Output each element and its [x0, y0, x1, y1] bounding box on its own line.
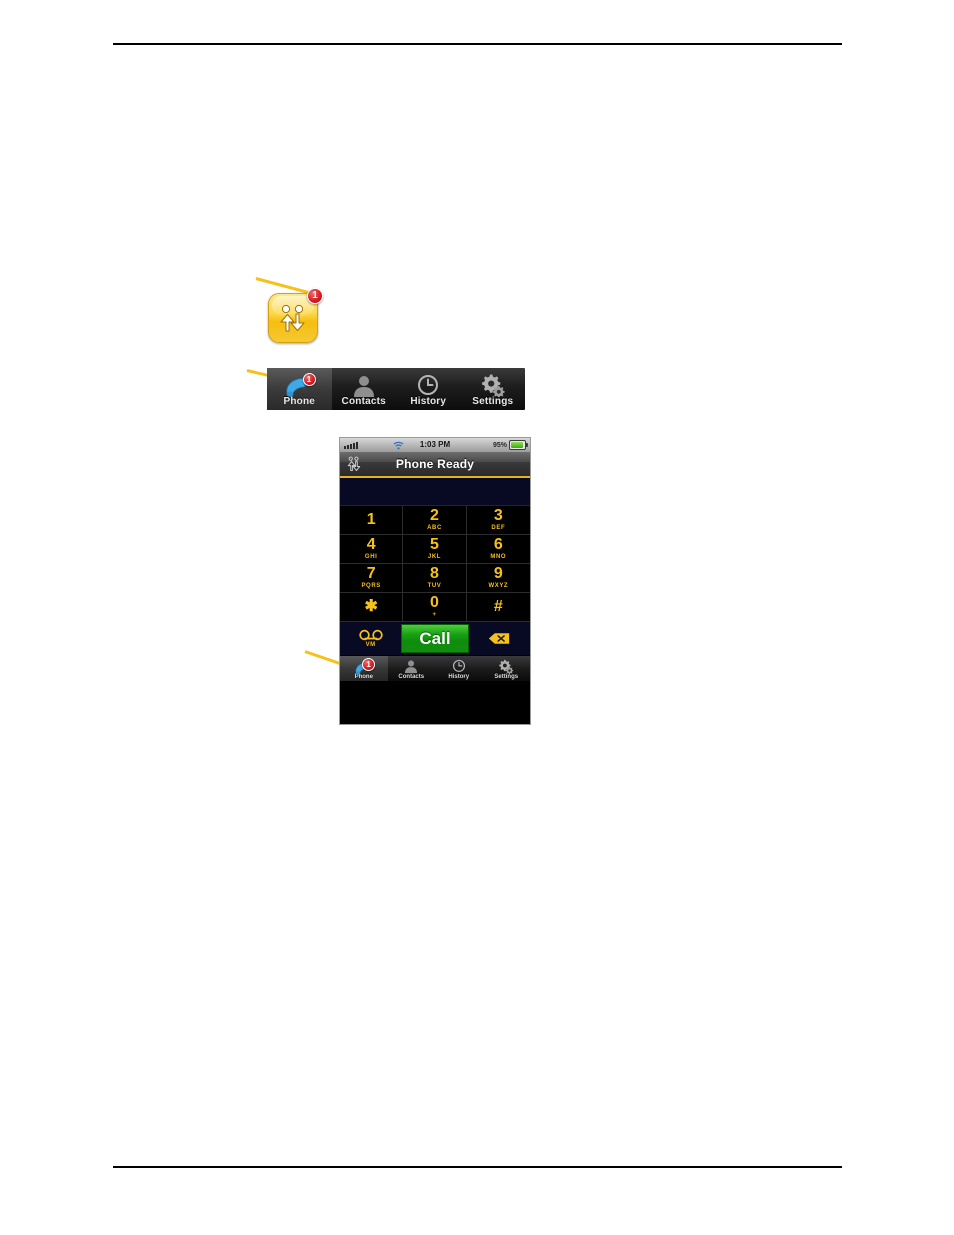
person-icon [388, 659, 436, 674]
gear-icon [483, 659, 531, 675]
voicemail-label: VM [365, 642, 376, 648]
key-1[interactable]: 1 [340, 506, 404, 535]
key-7[interactable]: 7 PQRS [340, 564, 404, 593]
tab-history[interactable]: History [396, 368, 461, 410]
phone-tab-bar[interactable]: 1 Phone Contacts History Settings [340, 655, 530, 681]
key-2[interactable]: 2 ABC [403, 506, 467, 535]
keypad-action-row[interactable]: VM Call [340, 622, 530, 655]
availability-icon-large[interactable]: 1 [268, 288, 323, 343]
key-8-digit: 8 [430, 565, 439, 582]
phone-tab-settings[interactable]: Settings [483, 656, 531, 681]
key-8-letters: TUV [427, 583, 442, 589]
page-footer-rule [113, 1166, 842, 1168]
availability-people-arrows-glyph-small [347, 456, 361, 471]
key-6[interactable]: 6 MNO [466, 535, 530, 564]
availability-icon-button[interactable] [344, 455, 364, 473]
phone-screenshot: 1:03 PM 95% Phone Ready 1 2 ABC 3 DEF 4 … [339, 437, 531, 725]
dial-keypad[interactable]: 1 2 ABC 3 DEF 4 GHI 5 JKL 6 MNO 7 PQRS 8 [340, 506, 530, 622]
tab-settings[interactable]: Settings [461, 368, 526, 410]
key-0[interactable]: 0 + [403, 593, 467, 622]
phone-tab-badge-count: 1 [302, 373, 316, 386]
key-7-letters: PQRS [361, 583, 381, 589]
key-6-letters: MNO [490, 554, 507, 560]
clock-icon [396, 372, 461, 396]
person-icon [332, 372, 397, 397]
gear-icon [461, 372, 526, 397]
key-star-digit: ✱ [364, 598, 378, 615]
key-6-digit: 6 [493, 536, 503, 553]
key-9-digit: 9 [493, 565, 503, 582]
key-4[interactable]: 4 GHI [340, 535, 404, 564]
phone-tab-history[interactable]: History [435, 656, 483, 681]
key-3[interactable]: 3 DEF [466, 506, 530, 535]
battery-indicator: 95% [492, 440, 528, 450]
phone-nav-bar: Phone Ready [340, 452, 530, 478]
key-0-digit: 0 [430, 594, 439, 611]
handset-icon: 1 [340, 658, 388, 675]
handset-icon: 1 [267, 372, 332, 397]
dialed-number-display[interactable] [340, 478, 530, 506]
key-7-digit: 7 [366, 565, 376, 582]
voicemail-button[interactable]: VM [340, 622, 401, 655]
key-star[interactable]: ✱ [340, 593, 404, 622]
key-1-digit: 1 [366, 511, 376, 528]
voicemail-icon [358, 629, 383, 641]
page-header-rule [113, 43, 842, 45]
key-5-letters: JKL [427, 554, 442, 560]
app-tab-bar[interactable]: 1 Phone Contacts History Settings [267, 368, 525, 410]
key-5[interactable]: 5 JKL [403, 535, 467, 564]
key-4-letters: GHI [364, 554, 378, 560]
call-button[interactable]: Call [401, 624, 469, 653]
battery-fill [511, 442, 523, 448]
key-8[interactable]: 8 TUV [403, 564, 467, 593]
availability-badge-count: 1 [307, 288, 323, 304]
key-pound[interactable]: # [466, 593, 530, 622]
key-pound-digit: # [493, 598, 503, 615]
battery-percent-label: 95% [492, 441, 507, 449]
clock-icon [435, 659, 483, 674]
key-2-digit: 2 [430, 507, 439, 524]
status-bar: 1:03 PM 95% [340, 438, 530, 452]
key-9-letters: WXYZ [488, 583, 509, 589]
phone-tab-contacts-label: Contacts [398, 674, 425, 680]
tab-settings-label: Settings [472, 396, 514, 407]
key-9[interactable]: 9 WXYZ [466, 564, 530, 593]
key-3-digit: 3 [493, 507, 503, 524]
tab-phone-label: Phone [283, 396, 316, 407]
key-2-letters: ABC [427, 525, 442, 531]
key-5-digit: 5 [430, 536, 439, 553]
phone-status-title: Phone Ready [395, 457, 475, 471]
tab-phone[interactable]: 1 Phone [267, 368, 332, 410]
key-3-letters: DEF [491, 525, 506, 531]
key-4-digit: 4 [366, 536, 376, 553]
battery-icon [509, 440, 528, 450]
tab-contacts[interactable]: Contacts [332, 368, 397, 410]
backspace-icon [489, 633, 510, 644]
delete-button[interactable] [469, 622, 530, 655]
phone-tab-contacts[interactable]: Contacts [388, 656, 436, 681]
phone-tab-history-label: History [448, 674, 470, 680]
phone-tab-phone[interactable]: 1 Phone [340, 656, 388, 681]
key-0-letters: + [432, 612, 437, 618]
